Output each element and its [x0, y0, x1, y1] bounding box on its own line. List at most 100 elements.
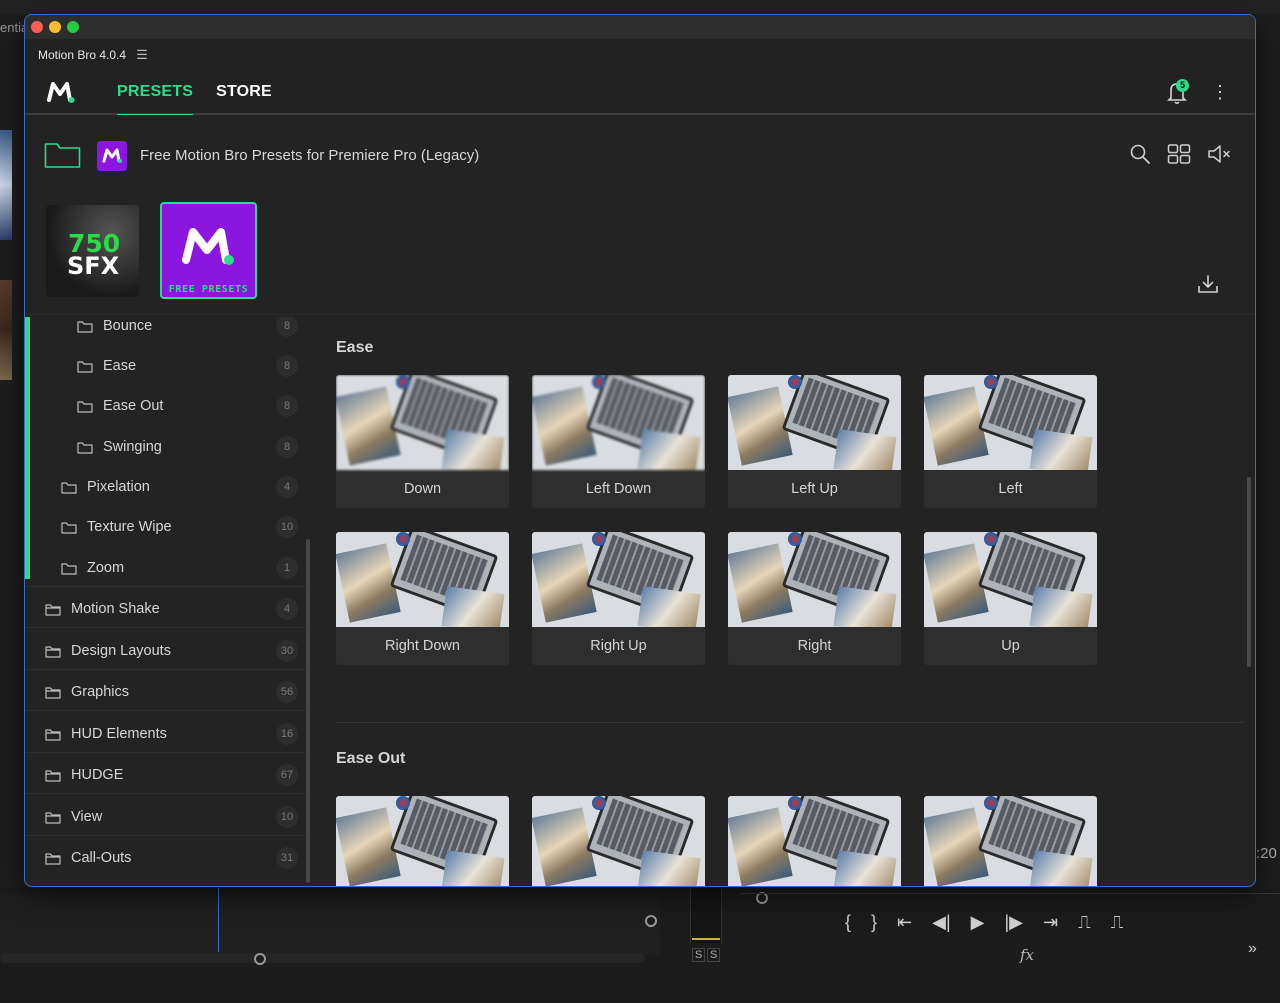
sidebar-divider [25, 586, 305, 587]
folder-icon [77, 320, 93, 333]
browser-body: Bounce 8 Ease 8 Ease Out 8 Swinging 8 Pixelation… [25, 317, 1255, 886]
sidebar-item[interactable]: Graphics 56 [25, 675, 305, 709]
sidebar-item[interactable]: View 10 [25, 800, 305, 834]
extract-button[interactable]: ⎍ [1111, 912, 1124, 933]
preset-card[interactable]: Right Down [336, 532, 509, 665]
preset-card[interactable] [532, 796, 705, 886]
more-options-icon[interactable]: ⋮ [1211, 80, 1229, 104]
sidebar-item-label: Design Layouts [71, 643, 171, 659]
folder-icon [45, 769, 61, 782]
tab-store[interactable]: STORE [216, 83, 272, 101]
search-icon[interactable] [1129, 143, 1151, 165]
preset-thumbnail [336, 375, 509, 470]
thumbnail-cup [984, 532, 998, 546]
download-icon[interactable] [1197, 273, 1219, 295]
sidebar-item-count: 4 [276, 476, 298, 498]
host-more-button[interactable]: » [1248, 940, 1257, 958]
host-program-scrubber[interactable] [740, 893, 1280, 903]
host-transport-controls: { } ⇤ ◀| ▶ |▶ ⇥ ⎍ ⎍ [845, 912, 1123, 933]
preset-card[interactable] [924, 796, 1097, 886]
sidebar-item-count: 8 [276, 395, 298, 417]
preset-card[interactable]: Right Up [532, 532, 705, 665]
go-to-in-button[interactable]: ⇤ [897, 912, 912, 933]
thumbnail-photo-2 [1029, 586, 1093, 627]
tab-presets[interactable]: PRESETS [117, 70, 194, 116]
motion-bro-logo-icon[interactable] [47, 80, 75, 104]
step-back-button[interactable]: ◀| [932, 912, 951, 933]
thumbnail-cup [788, 375, 802, 389]
host-scroll-knob[interactable] [254, 953, 266, 965]
go-to-out-button[interactable]: ⇥ [1043, 912, 1058, 933]
host-timeline-scrollbar[interactable] [0, 953, 645, 963]
preset-card[interactable]: Right [728, 532, 901, 665]
sidebar-item[interactable]: Design Layouts 30 [25, 634, 305, 668]
host-playhead[interactable] [218, 888, 219, 952]
hamburger-menu-icon[interactable]: ☰ [136, 47, 148, 63]
content-scrollbar[interactable] [1247, 477, 1251, 667]
step-forward-button[interactable]: |▶ [1005, 912, 1024, 933]
path-tools [1129, 143, 1233, 165]
preset-thumbnail [532, 796, 705, 886]
sidebar-divider [25, 627, 305, 628]
notifications-button[interactable]: 5 [1167, 79, 1189, 105]
mark-in-button[interactable]: { [845, 912, 851, 933]
preset-card[interactable]: Down [336, 375, 509, 508]
lift-button[interactable]: ⎍ [1078, 912, 1091, 933]
folder-icon[interactable] [44, 141, 81, 169]
sidebar-item[interactable]: Texture Wipe 10 [25, 510, 305, 544]
folder-icon [77, 360, 93, 373]
preset-card[interactable]: Left Up [728, 375, 901, 508]
host-timeline[interactable] [0, 895, 660, 955]
sidebar-item[interactable]: Call-Outs 31 [25, 841, 305, 875]
play-button[interactable]: ▶ [971, 912, 985, 933]
app-header: Motion Bro 4.0.4 ☰ [25, 39, 1255, 71]
sidebar-item[interactable]: Zoom 1 [25, 551, 305, 585]
sidebar-item[interactable]: HUD Elements 16 [25, 717, 305, 751]
window-titlebar[interactable] [25, 15, 1255, 39]
zoom-window-button[interactable] [67, 21, 79, 33]
preset-thumbnail [532, 532, 705, 627]
pack-750-sfx[interactable]: 750 SFX [46, 205, 139, 297]
sidebar-item-label: HUD Elements [71, 726, 167, 742]
sidebar-item-label: Ease [103, 358, 137, 374]
thumbnail-photo-2 [637, 586, 701, 627]
sidebar-item[interactable]: Swinging 8 [25, 430, 305, 464]
folder-icon [61, 521, 77, 534]
thumbnail-photo-2 [1029, 429, 1093, 470]
mark-out-button[interactable]: } [871, 912, 877, 933]
preset-card[interactable] [336, 796, 509, 886]
sidebar-item[interactable]: Motion Shake 4 [25, 592, 305, 626]
sidebar-item-count: 31 [276, 847, 298, 869]
host-fx-label[interactable]: fx [1020, 946, 1034, 964]
folder-icon [45, 728, 61, 741]
app-title: Motion Bro 4.0.4 [38, 48, 127, 62]
sidebar-item[interactable]: HUDGE 67 [25, 758, 305, 792]
section-divider [336, 722, 1245, 723]
mute-speaker-icon[interactable] [1207, 143, 1233, 165]
close-window-button[interactable] [31, 21, 43, 33]
host-solo-button[interactable]: S [692, 948, 706, 962]
thumbnail-photo-2 [637, 850, 701, 886]
thumbnail-cup [592, 796, 606, 810]
preset-card[interactable] [728, 796, 901, 886]
folder-icon [45, 811, 61, 824]
sidebar-item[interactable]: Bounce 8 [25, 317, 305, 343]
sidebar-item[interactable]: Pixelation 4 [25, 470, 305, 504]
sidebar-item-label: Bounce [103, 318, 153, 334]
thumbnail-photo-2 [637, 429, 701, 470]
preset-thumbnail [924, 532, 1097, 627]
pack-free-presets[interactable]: FREE PRESETS [160, 202, 257, 299]
preset-card[interactable]: Left Down [532, 375, 705, 508]
sidebar-item-label: Motion Shake [71, 601, 160, 617]
host-solo-button[interactable]: S [707, 948, 721, 962]
preset-card[interactable]: Left [924, 375, 1097, 508]
minimize-window-button[interactable] [49, 21, 61, 33]
preset-card[interactable]: Up [924, 532, 1097, 665]
grid-view-icon[interactable] [1167, 143, 1191, 165]
sidebar-item[interactable]: Ease Out 8 [25, 389, 305, 423]
host-zoom-knob[interactable] [645, 915, 657, 927]
main-nav: PRESETS STORE 5 ⋮ [25, 70, 1255, 116]
thumbnail-cup [396, 796, 410, 810]
sidebar-item[interactable]: Ease 8 [25, 349, 305, 383]
preset-thumbnail [728, 796, 901, 886]
